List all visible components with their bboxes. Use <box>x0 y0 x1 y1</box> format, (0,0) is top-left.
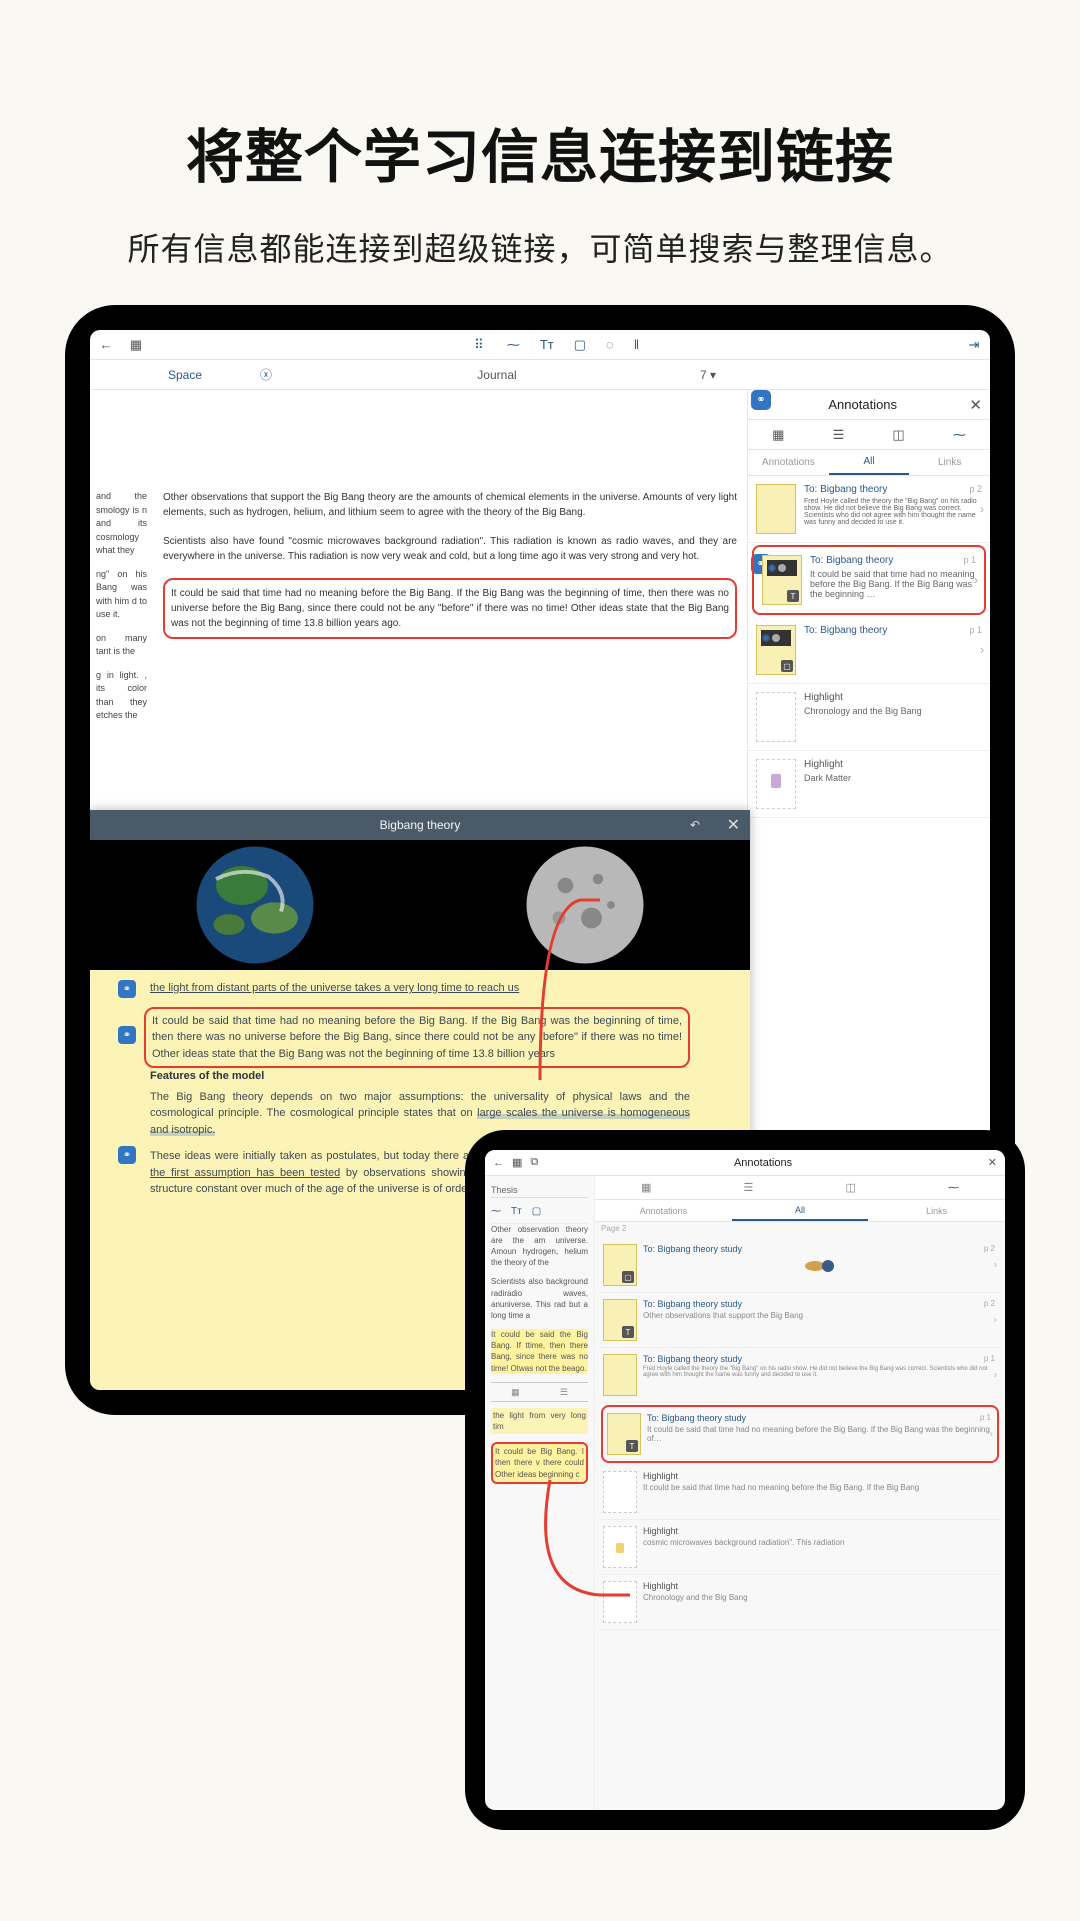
copy-icon[interactable]: ⧉ <box>530 1156 538 1169</box>
chevron-right-icon: › <box>974 573 978 587</box>
image-tool-icon[interactable]: ▢ <box>532 1205 541 1219</box>
phone-panel-title: Annotations <box>538 1157 988 1169</box>
top-toolbar: ← ▦ ⠿ ⁓ Tт ▢ ◌ ‖ ⇥ <box>90 330 990 360</box>
scribble-icon[interactable]: ⁓ <box>948 1181 959 1194</box>
tab-annotations[interactable]: Annotations <box>748 450 829 475</box>
panel-title: Annotations <box>756 397 969 412</box>
close-icon[interactable]: ✕ <box>727 815 740 835</box>
thumbnail <box>756 692 796 742</box>
annotation-item[interactable]: HighlightIt could be said that time had … <box>599 1465 1001 1520</box>
view-list-icon[interactable]: ☰ <box>833 427 845 443</box>
back-icon[interactable]: ← <box>98 337 114 353</box>
thumbnail <box>603 1354 637 1396</box>
grid-icon[interactable]: ▦ <box>128 337 144 353</box>
overlay-title: Bigbang theory <box>380 818 461 832</box>
view-grid-icon[interactable]: ▦ <box>511 1386 520 1399</box>
pen-tool-icon[interactable]: ⁓ <box>491 1205 501 1219</box>
thumbnail: T <box>762 555 802 605</box>
view-list-icon[interactable]: ☰ <box>744 1181 754 1194</box>
annotation-item[interactable]: To: Bigbang theory Fred Hoyle called the… <box>748 476 990 543</box>
pen-tool-icon[interactable]: ⁓ <box>507 337 520 353</box>
undo-icon[interactable]: ↶ <box>690 818 700 832</box>
image-tool-icon[interactable]: ▢ <box>574 337 586 353</box>
view-grid-icon[interactable]: ▦ <box>641 1181 651 1194</box>
earth-image <box>90 840 420 970</box>
text-tool-icon[interactable]: Tт <box>511 1205 522 1219</box>
chevron-right-icon: › <box>980 643 984 657</box>
scribble-icon[interactable]: ⁓ <box>953 427 966 443</box>
annotation-item[interactable]: ▢ To: Bigbang theory p 1 › <box>748 617 990 684</box>
view-grid-icon[interactable]: ▦ <box>772 427 784 443</box>
moon-image <box>420 840 750 970</box>
close-icon[interactable]: ✕ <box>988 1156 997 1169</box>
apps-icon[interactable]: ⠿ <box>471 337 487 353</box>
chevron-right-icon: › <box>994 1370 997 1381</box>
thumbnail <box>603 1526 637 1568</box>
thumbnail <box>756 484 796 534</box>
journal-label: Journal <box>477 368 516 382</box>
page-indicator: Page 2 <box>595 1222 632 1235</box>
space-label[interactable]: Space <box>168 368 202 382</box>
grid-icon[interactable]: ▦ <box>512 1156 522 1169</box>
view-list-icon[interactable]: ☰ <box>560 1386 568 1399</box>
thumbnail <box>603 1471 637 1513</box>
annotation-item[interactable]: ▢ To: Bigbang theory study p 2 › <box>599 1238 1001 1293</box>
marketing-sub: 所有信息都能连接到超级链接，可简单搜索与整理信息。 <box>0 224 1080 270</box>
tab-links[interactable]: Links <box>909 450 990 475</box>
tab-annotations[interactable]: Annotations <box>595 1200 732 1221</box>
tab-all[interactable]: All <box>732 1200 869 1221</box>
selected-paragraph[interactable]: It could be said that time had no meanin… <box>163 578 737 639</box>
overlay-selected-paragraph[interactable]: It could be said that time had no meanin… <box>144 1007 690 1069</box>
link-icon[interactable]: ⚭ <box>118 980 136 998</box>
annotation-item-selected[interactable]: T To: Bigbang theory It could be said th… <box>752 545 986 615</box>
annotation-item[interactable]: Highlight Dark Matter <box>748 751 990 818</box>
annotation-item[interactable]: T To: Bigbang theory studyOther observat… <box>599 1293 1001 1348</box>
expand-icon[interactable]: ⇥ <box>966 337 982 353</box>
marketing-title: 将整个学习信息连接到链接 <box>0 0 1080 194</box>
thumbnail: ▢ <box>756 625 796 675</box>
annotation-item[interactable]: To: Bigbang theory studyFred Hoyle calle… <box>599 1348 1001 1403</box>
text-tool-icon[interactable]: Tт <box>540 337 554 352</box>
chevron-right-icon: › <box>994 1315 997 1326</box>
link-icon[interactable]: ⚭ <box>118 1026 136 1044</box>
annotation-item-selected[interactable]: T To: Bigbang theory studyIt could be sa… <box>601 1405 999 1463</box>
phone-doc-strip: Thesis ⁓ Tт ▢ Other observation theory a… <box>485 1150 595 1810</box>
annotation-item[interactable]: HighlightChronology and the Big Bang <box>599 1575 1001 1630</box>
annotation-item[interactable]: Highlight Chronology and the Big Bang <box>748 684 990 751</box>
pause-icon[interactable]: ‖ <box>634 337 639 352</box>
bookmark-icon[interactable]: ◫ <box>892 427 904 443</box>
chevron-right-icon: › <box>994 1260 997 1271</box>
page-number[interactable]: 7 ▾ <box>700 368 716 382</box>
close-panel-icon[interactable]: ✕ <box>969 396 982 414</box>
tab-all[interactable]: All <box>829 450 910 475</box>
tab-links[interactable]: Links <box>868 1200 1005 1221</box>
chevron-right-icon: › <box>990 1429 993 1440</box>
thumbnail: ▢ <box>603 1244 637 1286</box>
thumbnail: T <box>607 1413 641 1455</box>
back-icon[interactable]: ← <box>493 1157 504 1169</box>
link-icon[interactable]: ⚭ <box>118 1146 136 1164</box>
link-badge-icon[interactable]: ⚭ <box>751 390 771 410</box>
thumbnail <box>603 1581 637 1623</box>
thumbnail <box>756 759 796 809</box>
annotation-item[interactable]: Highlightcosmic microwaves background ra… <box>599 1520 1001 1575</box>
comment-tool-icon[interactable]: ◌ <box>606 337 614 352</box>
thumbnail: T <box>603 1299 637 1341</box>
phone-device: ← ▦ ⧉ Annotations ✕ ▦ ☰ ◫ ⁓ Annotations … <box>465 1130 1025 1830</box>
chevron-right-icon: › <box>980 502 984 516</box>
phone-annotation-list: ▢ To: Bigbang theory study p 2 › T To: B… <box>595 1150 1005 1810</box>
close-space-icon[interactable]: ⓧ <box>260 366 272 383</box>
bookmark-icon[interactable]: ◫ <box>845 1181 855 1194</box>
